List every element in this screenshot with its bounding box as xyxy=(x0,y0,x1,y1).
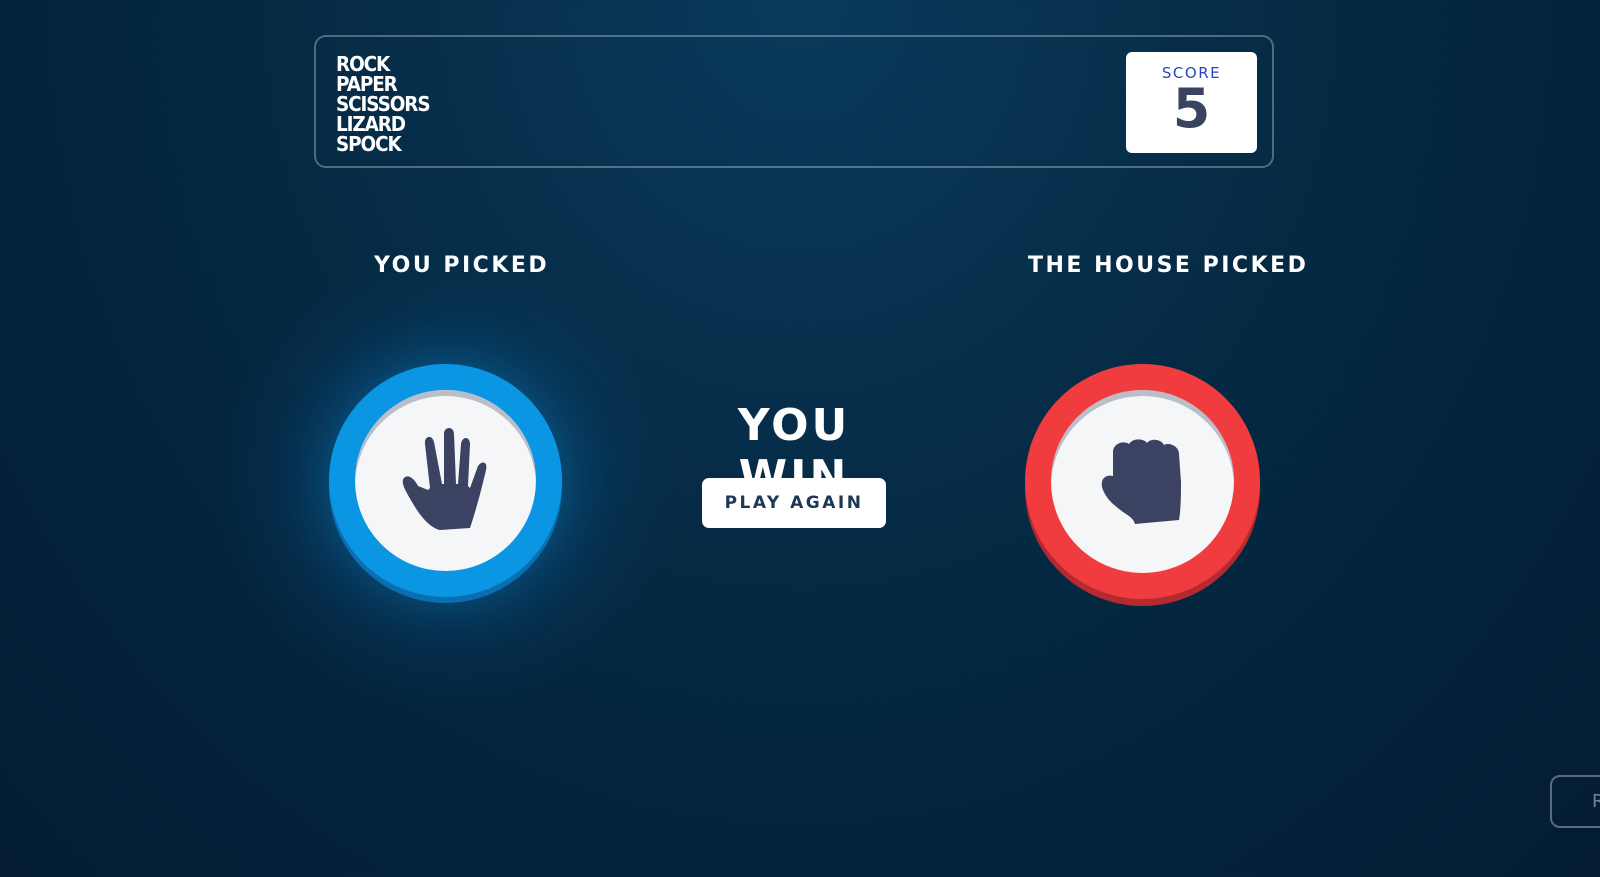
player-choice-paper-token xyxy=(329,364,562,597)
title-line-scissors: SCISSORS xyxy=(336,92,431,116)
title-line-lizard: LIZARD xyxy=(336,112,406,136)
title-line-rock: ROCK xyxy=(336,52,390,76)
player-token-face xyxy=(355,390,536,571)
rules-button[interactable]: R xyxy=(1550,775,1600,828)
house-token-face xyxy=(1051,390,1234,573)
house-picked-label: THE HOUSE PICKED xyxy=(1028,253,1309,278)
score-box: SCORE 5 xyxy=(1126,52,1257,153)
score-value: 5 xyxy=(1172,77,1211,140)
title-line-spock: SPOCK xyxy=(336,132,402,156)
game-header: ROCK PAPER SCISSORS LIZARD SPOCK SCORE 5 xyxy=(314,35,1274,168)
paper-hand-icon xyxy=(402,427,486,530)
game-title: ROCK PAPER SCISSORS LIZARD SPOCK xyxy=(336,54,438,154)
house-choice-rock-token xyxy=(1025,364,1260,599)
rock-fist-icon xyxy=(1101,438,1181,524)
play-again-button[interactable]: PLAY AGAIN xyxy=(702,478,886,528)
title-line-paper: PAPER xyxy=(336,72,398,96)
